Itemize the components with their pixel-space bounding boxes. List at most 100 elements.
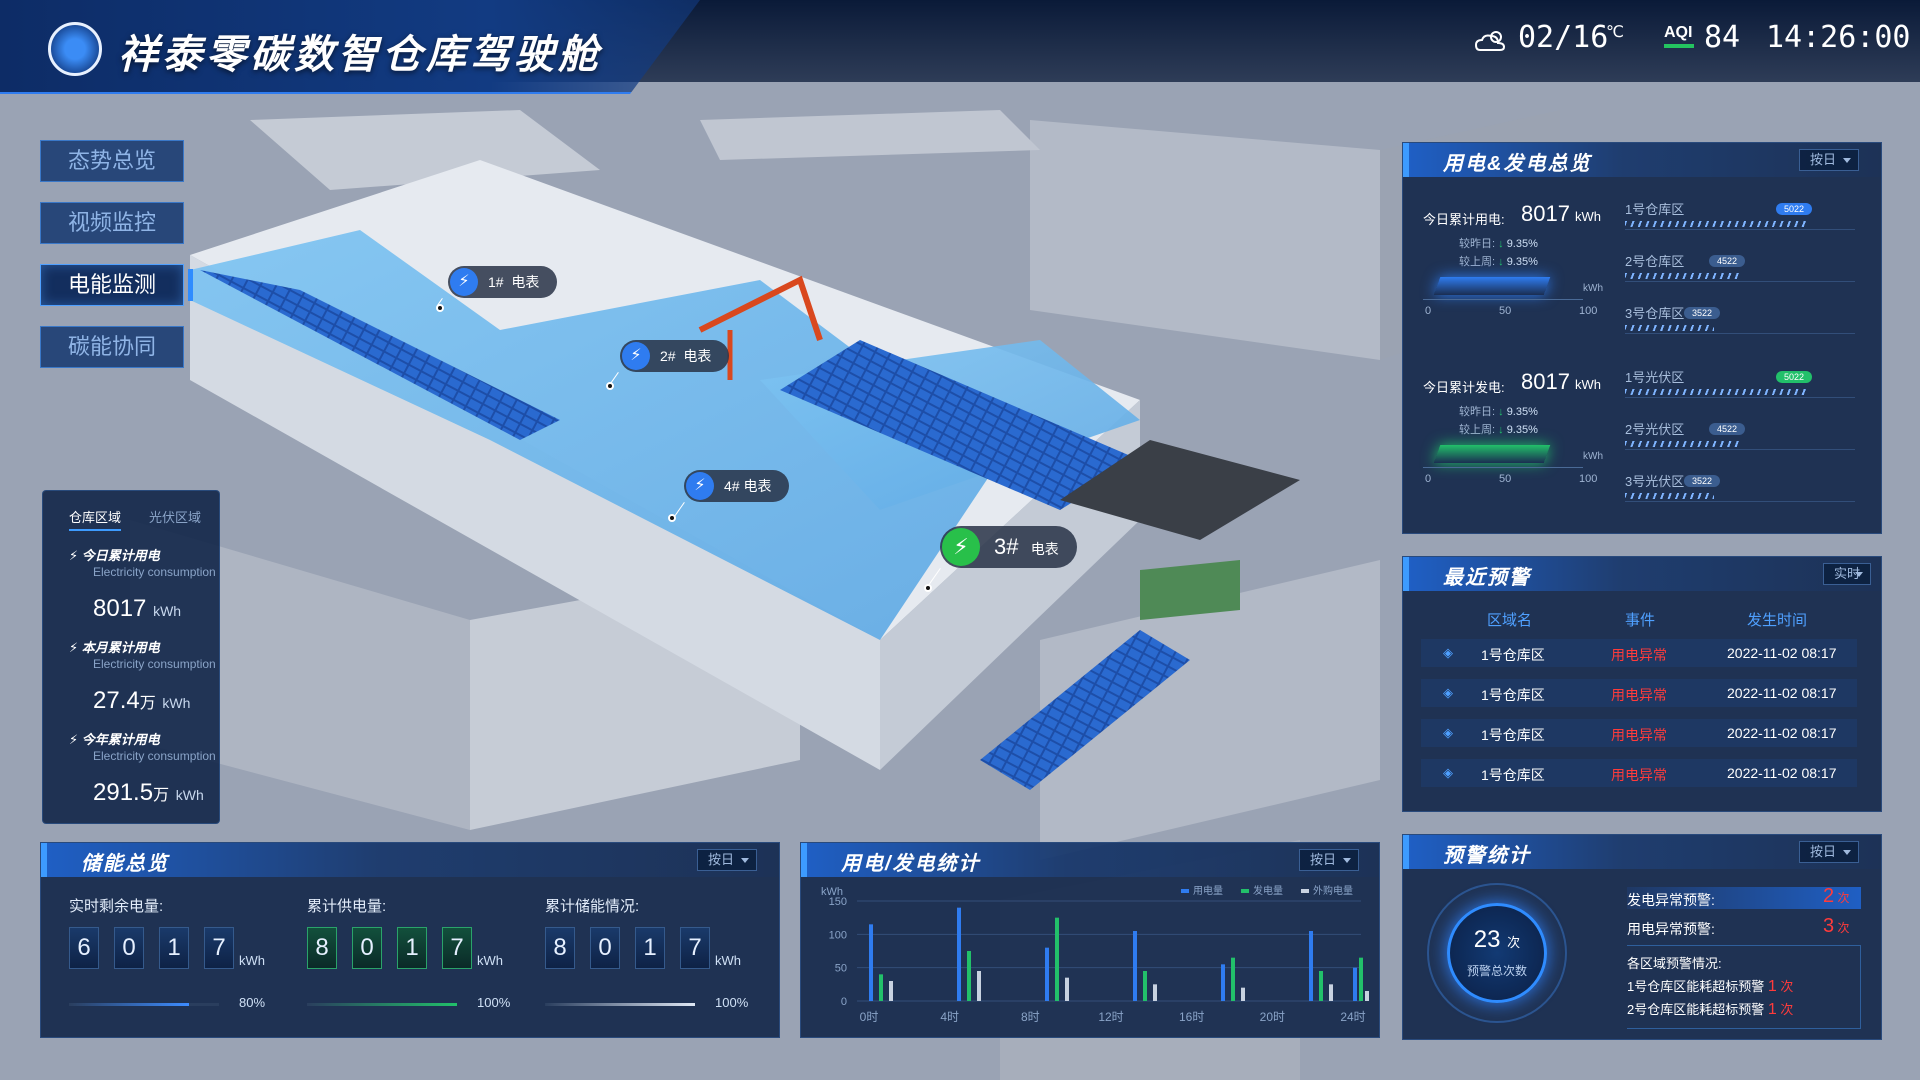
chart-bar <box>1241 987 1245 1001</box>
power-overview-title: 用电&发电总览 <box>1443 153 1592 175</box>
alerts-panel: 最近预警 实时 区域名 事件 发生时间 ◈ 1号仓库区 用电异常 2022-11… <box>1402 556 1882 812</box>
consumption-zone-track <box>1625 229 1855 230</box>
diamond-icon: ◈ <box>1443 765 1453 780</box>
meter-3-label: 电表 <box>1030 541 1059 557</box>
consumption-yoy: 较昨日: ↓ 9.35% <box>1459 238 1538 250</box>
meter-pin-1[interactable]: ⚡ 1# 电表 <box>448 266 558 298</box>
generation-gauge-axis <box>1423 467 1583 468</box>
consumption-zone-name: 2号仓库区 <box>1625 254 1685 269</box>
storage-label: 实时剩余电量: <box>69 898 164 915</box>
consumption-unit: kWh <box>1575 209 1601 224</box>
generation-wow: 较上周: ↓ 9.35% <box>1459 424 1538 436</box>
storage-digit: 0 <box>114 927 144 969</box>
nav-carbon[interactable]: 碳能协同 <box>40 326 184 368</box>
chart-ytick: 50 <box>835 963 847 975</box>
col-event: 事件 <box>1625 612 1656 629</box>
stat-month-value: 27.4万 kWh <box>93 687 191 714</box>
clock: 14:26:00 <box>1766 20 1911 55</box>
stat-month-title: ⚡ 本月累计用电 <box>69 640 160 655</box>
chart-bar <box>1153 984 1157 1001</box>
storage-percent: 100% <box>477 995 511 1010</box>
chart-bar <box>879 974 883 1001</box>
alert-event: 用电异常 <box>1611 647 1667 663</box>
zone-alert-header: 各区域预警情况: <box>1627 956 1722 971</box>
chart-xtick: 24时 <box>1340 1010 1365 1024</box>
chart-xtick: 20时 <box>1260 1010 1285 1024</box>
meter-pin-3[interactable]: ⚡ 3# 电表 <box>940 526 1077 568</box>
diamond-icon: ◈ <box>1443 725 1453 740</box>
nav-overview[interactable]: 态势总览 <box>40 140 184 182</box>
storage-digit: 8 <box>307 927 337 969</box>
storage-digit: 0 <box>590 927 620 969</box>
zone-alert-2: 2号仓库区能耗超标预警 1 次 <box>1627 1001 1794 1018</box>
page-title: 祥泰零碳数智仓库驾驶舱 <box>118 33 602 77</box>
consumption-zone-bar <box>1625 221 1806 227</box>
consumption-zone-track <box>1625 281 1855 282</box>
alert-time: 2022-11-02 08:17 <box>1727 725 1837 741</box>
alert-row[interactable]: ◈ 1号仓库区 用电异常 2022-11-02 08:17 <box>1421 719 1857 747</box>
tab-pv[interactable]: 光伏区域 <box>149 507 201 526</box>
storage-digit: 1 <box>159 927 189 969</box>
alert-row[interactable]: ◈ 1号仓库区 用电异常 2022-11-02 08:17 <box>1421 759 1857 787</box>
chart-xtick: 16时 <box>1179 1010 1204 1024</box>
storage-digit: 1 <box>635 927 665 969</box>
generation-yoy: 较昨日: ↓ 9.35% <box>1459 406 1538 418</box>
chart-bar <box>889 981 893 1001</box>
chart-bar <box>1055 917 1059 1001</box>
weather-date: 02/16 <box>1518 20 1609 55</box>
alert-event: 用电异常 <box>1611 767 1667 783</box>
generation-value: 8017 <box>1521 369 1570 394</box>
meter-pin-4[interactable]: ⚡ 4# 电表 <box>684 470 790 502</box>
left-stats-panel: 仓库区域 光伏区域 ⚡ 今日累计用电 Electricity consumpti… <box>42 490 220 824</box>
generation-zone-bar <box>1625 441 1739 447</box>
chart-bar <box>1221 964 1225 1001</box>
chart-bar <box>1353 967 1357 1001</box>
storage-progress <box>545 1003 695 1006</box>
meter-pin-2[interactable]: ⚡ 2# 电表 <box>620 340 730 372</box>
chart-bar <box>869 924 873 1001</box>
nav-energy[interactable]: 电能监测 <box>40 264 193 306</box>
legend-label: 发电量 <box>1253 884 1283 897</box>
total-ring: 23 次 预警总次数 <box>1447 903 1547 1003</box>
meter-4-dot <box>668 514 676 522</box>
alert-stats-panel: 预警统计 按日 23 次 预警总次数 发电异常预警: 2 次 用电异常预警: 3… <box>1402 834 1882 1040</box>
chart-bar <box>1359 957 1363 1001</box>
aqi-indicator <box>1664 44 1694 48</box>
chart-bar <box>1319 971 1323 1001</box>
consumption-gauge <box>1433 277 1551 295</box>
legend-swatch <box>1301 889 1309 893</box>
generation-zone-track <box>1625 449 1855 450</box>
total-label: 预警总次数 <box>1466 964 1527 978</box>
alert-stats-select[interactable]: 按日 <box>1799 841 1860 863</box>
company-logo-icon <box>48 22 102 76</box>
alert-zone: 1号仓库区 <box>1481 647 1545 663</box>
tab-warehouse[interactable]: 仓库区域 <box>69 507 122 531</box>
storage-select[interactable]: 按日 <box>697 849 758 871</box>
generation-zone-bar <box>1625 389 1806 395</box>
stat-month-sub: Electricity consumption <box>93 657 216 671</box>
stat-today-sub: Electricity consumption <box>93 565 216 579</box>
alerts-select[interactable]: 实时 <box>1823 563 1872 585</box>
alert-row[interactable]: ◈ 1号仓库区 用电异常 2022-11-02 08:17 <box>1421 639 1857 667</box>
nav-video[interactable]: 视频监控 <box>40 202 184 244</box>
alert-time: 2022-11-02 08:17 <box>1727 685 1837 701</box>
alert-row[interactable]: ◈ 1号仓库区 用电异常 2022-11-02 08:17 <box>1421 679 1857 707</box>
storage-percent: 100% <box>715 995 749 1010</box>
lightning-icon: ⚡ <box>686 472 714 500</box>
alerts-title: 最近预警 <box>1443 567 1531 589</box>
storage-progress <box>69 1003 219 1006</box>
storage-unit: kWh <box>239 953 265 968</box>
power-overview-select[interactable]: 按日 <box>1799 149 1860 171</box>
legend-label: 用电量 <box>1193 884 1223 897</box>
chart-bar <box>1143 971 1147 1001</box>
usage-chart-select[interactable]: 按日 <box>1299 849 1360 871</box>
storage-progress-fill <box>69 1003 189 1006</box>
consumption-zone-badge: 4522 <box>1709 255 1746 267</box>
chart-bar <box>1133 931 1137 1001</box>
power-overview-panel: 用电&发电总览 按日 今日累计用电: 8017 kWh 较昨日: ↓ 9.35% 较上周… <box>1402 142 1882 534</box>
aqi-label: AQI <box>1664 24 1693 41</box>
generation-zone-badge: 4522 <box>1709 423 1746 435</box>
generation-zone-badge: 3522 <box>1684 475 1721 487</box>
generation-unit: kWh <box>1575 377 1601 392</box>
meter-3-dot <box>924 584 932 592</box>
